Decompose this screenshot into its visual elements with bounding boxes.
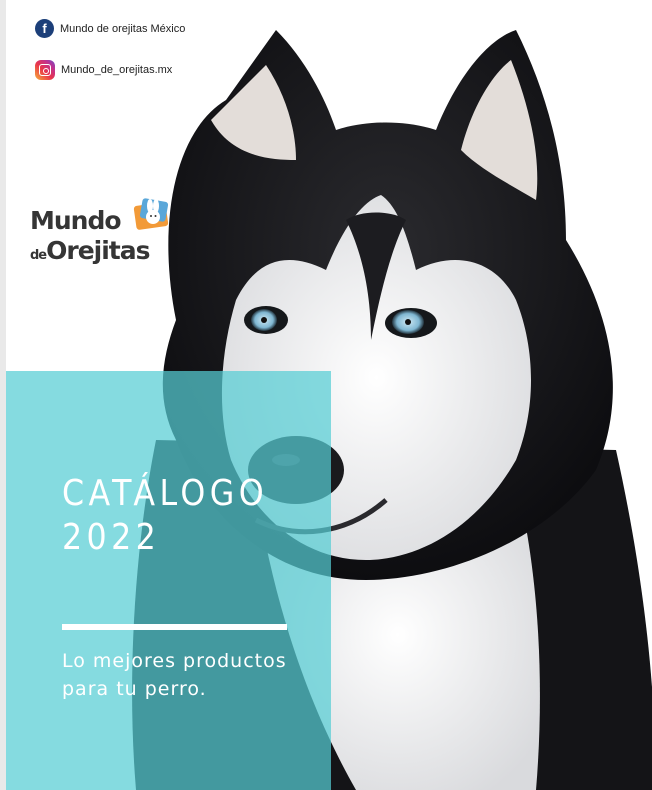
title-divider <box>62 624 287 630</box>
logo-word-de: de <box>30 248 47 263</box>
instagram-label: Mundo_de_orejitas.mx <box>61 64 173 76</box>
logo-word-main: Orejitas <box>46 236 150 265</box>
logo-word-orejitas: deOrejitas <box>30 236 151 265</box>
cover-overlay-panel <box>6 371 331 790</box>
catalog-cover-page: f Mundo de orejitas México Mundo_de_orej… <box>6 0 652 790</box>
logo-word-mundo: Mundo <box>30 206 122 235</box>
facebook-icon: f <box>35 19 54 38</box>
cover-subtitle: Lo mejores productos para tu perro. <box>62 650 287 700</box>
facebook-link[interactable]: f Mundo de orejitas México <box>35 19 185 38</box>
instagram-link[interactable]: Mundo_de_orejitas.mx <box>35 60 172 80</box>
instagram-icon <box>35 60 55 80</box>
brand-logo: Mundo deOrejitas <box>30 198 180 268</box>
bunny-badge-icon <box>133 198 169 230</box>
cover-title: CATÁLOGO 2022 <box>62 473 269 558</box>
facebook-label: Mundo de orejitas México <box>60 22 186 35</box>
